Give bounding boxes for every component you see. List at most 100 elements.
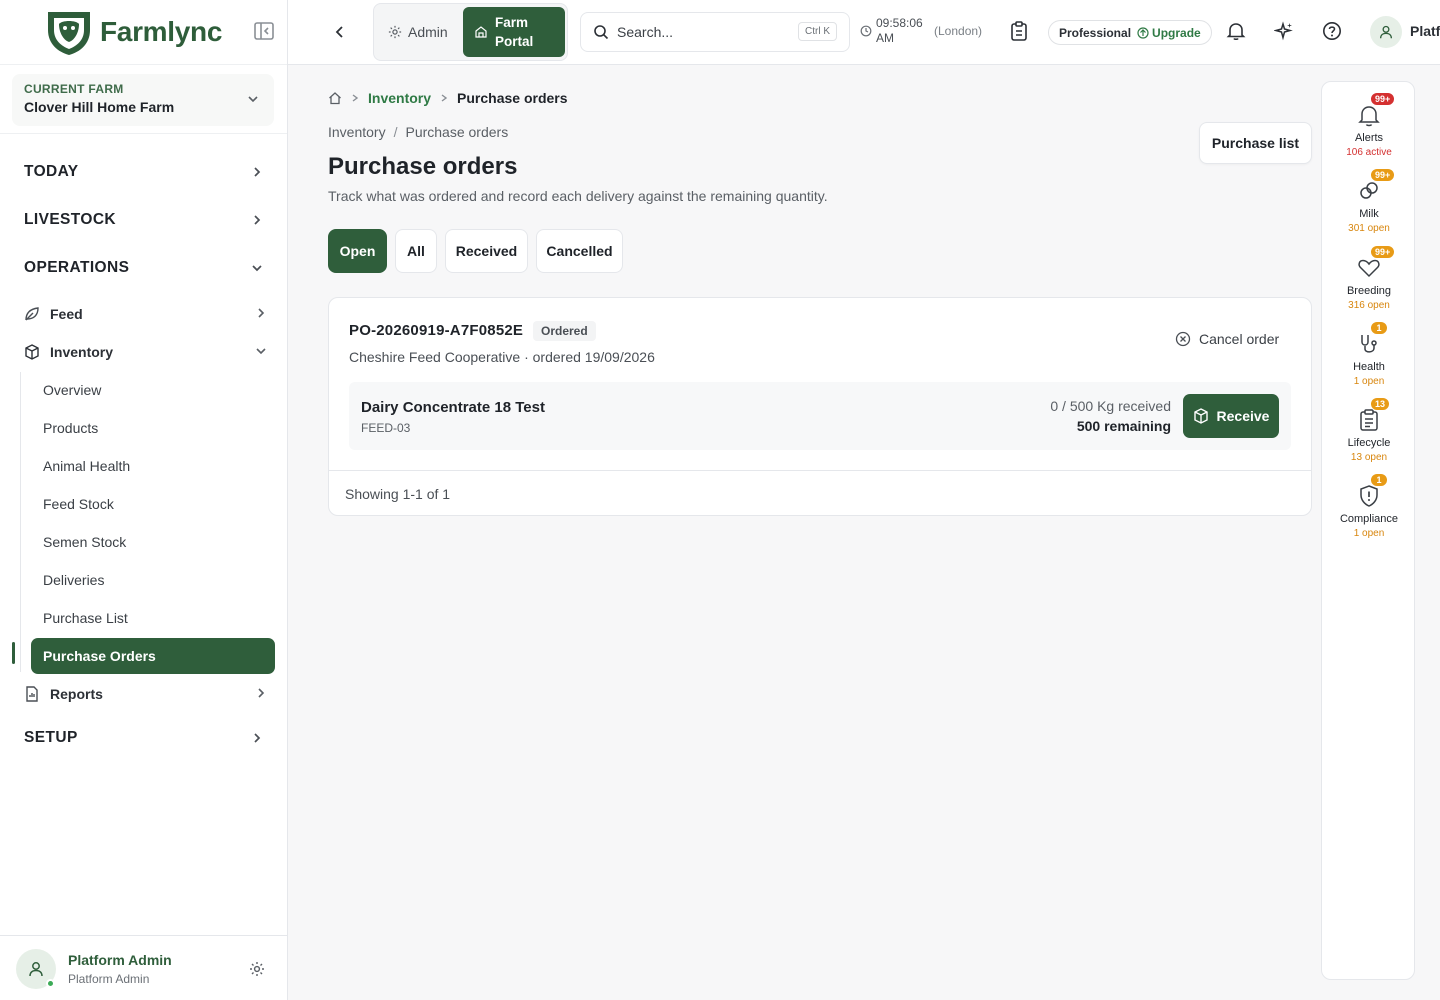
- nav-item-reports[interactable]: Reports: [24, 682, 272, 706]
- gear-icon[interactable]: [249, 961, 265, 977]
- rail-count: 13 open: [1350, 452, 1388, 463]
- upgrade-label: Upgrade: [1152, 25, 1201, 40]
- clock-timezone: (London): [934, 24, 983, 38]
- search-input[interactable]: Search... Ctrl K: [580, 12, 850, 52]
- nav-item-label: Reports: [50, 686, 103, 702]
- farm-portal-label: Farm Portal: [495, 15, 534, 49]
- nav-section-today[interactable]: TODAY: [24, 160, 264, 184]
- rail-item-health[interactable]: 1 Health 1 open: [1322, 321, 1416, 387]
- po-number: PO-20260919-A7F0852E: [349, 322, 524, 339]
- nav-section-livestock[interactable]: LIVESTOCK: [24, 208, 264, 232]
- current-farm-label: CURRENT FARM: [24, 82, 124, 96]
- current-farm-selector[interactable]: CURRENT FARM Clover Hill Home Farm: [12, 74, 274, 126]
- nav-section-label: OPERATIONS: [24, 259, 130, 276]
- rail-item-alerts[interactable]: 99+ Alerts 106 active: [1322, 92, 1416, 158]
- sidebar-item-purchase-orders[interactable]: Purchase Orders: [31, 638, 275, 674]
- sidebar-item-purchase-list[interactable]: Purchase List: [43, 610, 128, 626]
- sidebar-item-animal-health[interactable]: Animal Health: [43, 458, 130, 474]
- portal-switcher: Admin Farm Portal: [373, 3, 568, 61]
- alerts-badge: 99+: [1370, 92, 1396, 106]
- breeding-badge: 99+: [1370, 245, 1396, 259]
- sparkles-icon[interactable]: [1274, 21, 1294, 41]
- bell-icon: 99+: [1356, 92, 1396, 128]
- line-item-received: 0 / 500 Kg received: [1050, 398, 1171, 414]
- app-name: Farmlync: [100, 16, 223, 47]
- divider: [329, 470, 1311, 471]
- filter-open-button[interactable]: Open: [328, 229, 387, 273]
- nav-item-inventory[interactable]: Inventory: [24, 340, 272, 364]
- rail-item-breeding[interactable]: 99+ Breeding 316 open: [1322, 245, 1416, 311]
- activity-rail: 99+ Alerts 106 active 99+ Milk 301 open …: [1321, 81, 1415, 980]
- upgrade-link[interactable]: Upgrade: [1137, 26, 1201, 40]
- rail-item-compliance[interactable]: 1 Compliance 1 open: [1322, 473, 1416, 539]
- sub-breadcrumb-current: Purchase orders: [405, 124, 509, 140]
- rail-label: Compliance: [1339, 513, 1399, 525]
- stethoscope-icon: 1: [1356, 321, 1388, 357]
- chevron-right-icon: [254, 306, 268, 320]
- nav-item-feed[interactable]: Feed: [24, 302, 272, 326]
- nav-item-label: Inventory: [50, 344, 114, 360]
- help-icon[interactable]: [1322, 21, 1342, 41]
- page-title: Purchase orders: [328, 153, 518, 180]
- rail-label: Lifecycle: [1347, 437, 1391, 449]
- avatar[interactable]: [1370, 16, 1402, 48]
- user-name: Platform Admin: [68, 952, 172, 968]
- admin-label: Admin: [408, 24, 448, 40]
- logo[interactable]: Farmlync: [0, 0, 287, 65]
- breadcrumb-separator: [439, 93, 449, 103]
- sidebar-item-products[interactable]: Products: [43, 420, 98, 436]
- plan-badge[interactable]: Professional Upgrade: [1048, 20, 1212, 45]
- heart-icon: 99+: [1356, 245, 1396, 281]
- gear-icon: [388, 25, 402, 39]
- sidebar-item-semen-stock[interactable]: Semen Stock: [43, 534, 126, 550]
- purchase-list-button[interactable]: Purchase list: [1199, 122, 1312, 164]
- top-user-name[interactable]: Platform Admin: [1410, 23, 1440, 39]
- close-circle-icon: [1175, 331, 1191, 347]
- receive-button[interactable]: Receive: [1183, 394, 1279, 438]
- sidebar-item-overview[interactable]: Overview: [43, 382, 101, 398]
- back-arrow-icon[interactable]: [332, 24, 348, 40]
- home-icon[interactable]: [328, 91, 342, 105]
- filter-all-button[interactable]: All: [395, 229, 437, 273]
- nav-section-setup[interactable]: SETUP: [24, 726, 264, 750]
- chevron-right-icon: [250, 731, 264, 745]
- page-sub-breadcrumb: Inventory / Purchase orders: [328, 124, 508, 140]
- rail-item-lifecycle[interactable]: 13 Lifecycle 13 open: [1322, 397, 1416, 463]
- receive-label: Receive: [1216, 408, 1270, 424]
- admin-portal-button[interactable]: Admin: [388, 24, 448, 40]
- chevron-right-icon: [254, 686, 268, 700]
- bell-icon[interactable]: [1226, 21, 1246, 41]
- plan-name: Professional: [1059, 25, 1132, 40]
- filter-received-button[interactable]: Received: [445, 229, 528, 273]
- breadcrumb-current: Purchase orders: [457, 90, 568, 106]
- sub-breadcrumb-parent[interactable]: Inventory: [328, 124, 386, 140]
- cancel-order-button[interactable]: Cancel order: [1175, 331, 1279, 347]
- sidebar-item-deliveries[interactable]: Deliveries: [43, 572, 104, 588]
- rail-item-milk[interactable]: 99+ Milk 301 open: [1322, 168, 1416, 234]
- sidebar-collapse-icon[interactable]: [254, 22, 276, 42]
- clock-icon: [860, 25, 872, 37]
- rail-count: 106 active: [1346, 147, 1392, 158]
- clipboard-icon: 13: [1356, 397, 1391, 433]
- online-status-dot: [46, 979, 55, 988]
- milk-icon: 99+: [1356, 168, 1396, 204]
- sub-breadcrumb-separator: /: [393, 124, 398, 140]
- nav-section-label: LIVESTOCK: [24, 211, 117, 228]
- rail-count: 1 open: [1353, 528, 1385, 539]
- chevron-right-icon: [250, 165, 264, 179]
- tasks-clipboard-icon[interactable]: [1010, 21, 1028, 41]
- package-icon: [1193, 408, 1208, 424]
- breadcrumb-inventory-link[interactable]: Inventory: [368, 90, 431, 106]
- filter-cancelled-button[interactable]: Cancelled: [536, 229, 623, 273]
- clock-time: 09:58:06 AM: [876, 16, 923, 45]
- health-badge: 1: [1370, 321, 1388, 335]
- farm-portal-button[interactable]: Farm Portal: [463, 7, 565, 57]
- line-item-name: Dairy Concentrate 18 Test: [361, 399, 545, 416]
- nav-section-operations[interactable]: OPERATIONS: [24, 256, 264, 280]
- current-farm-name: Clover Hill Home Farm: [24, 99, 175, 115]
- rail-label: Milk: [1359, 208, 1379, 220]
- divider: [0, 133, 287, 134]
- sidebar-item-feed-stock[interactable]: Feed Stock: [43, 496, 114, 512]
- user-profile[interactable]: Platform Admin Platform Admin: [0, 935, 287, 1000]
- milk-badge: 99+: [1370, 168, 1396, 182]
